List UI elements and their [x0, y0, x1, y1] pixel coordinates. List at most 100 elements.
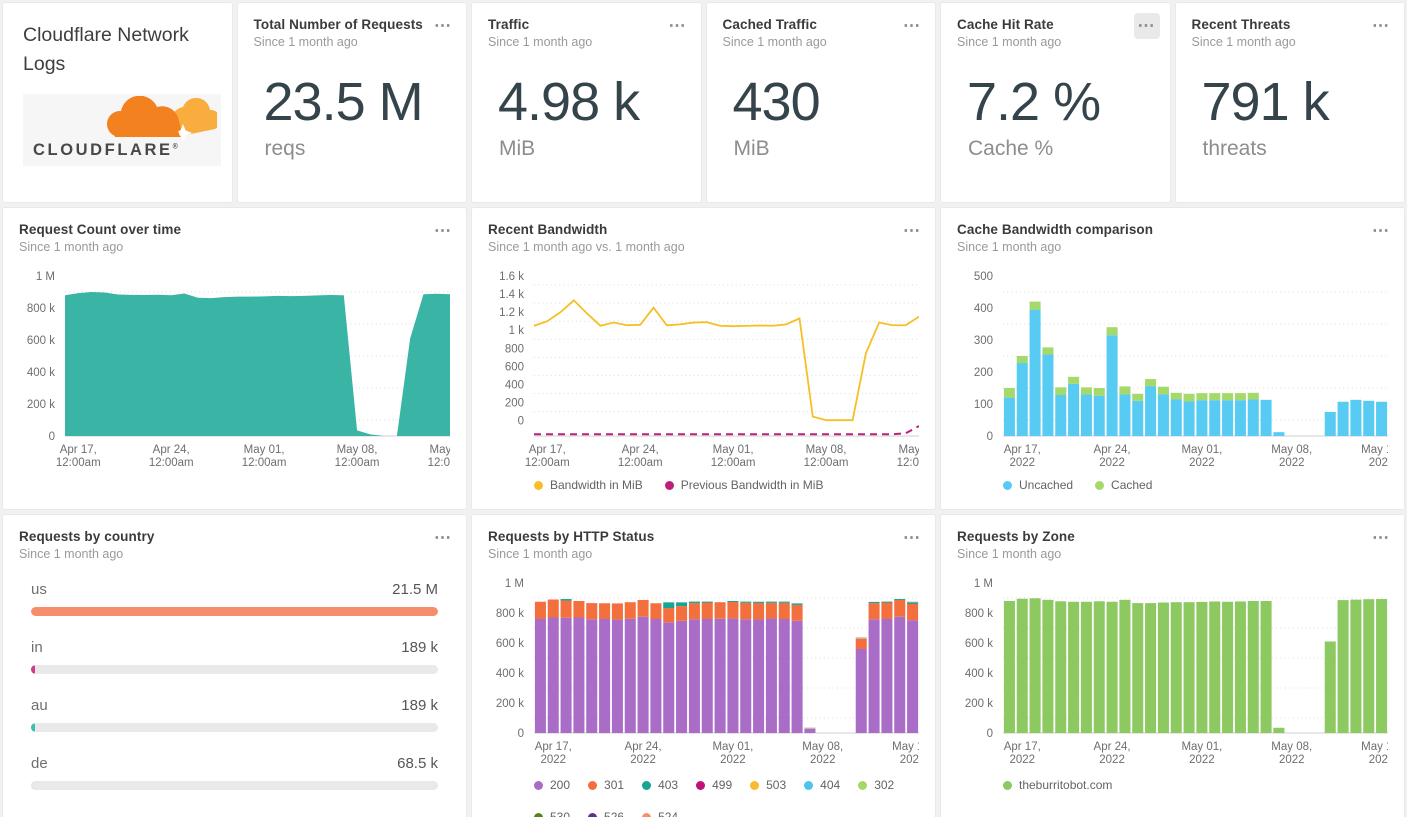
svg-text:2022: 2022 — [540, 754, 566, 766]
svg-text:Apr 24,: Apr 24, — [622, 444, 659, 456]
panel-menu-button[interactable]: ⋯ — [1368, 13, 1394, 39]
panel-menu-button[interactable]: ⋯ — [1368, 218, 1394, 244]
svg-text:800 k: 800 k — [496, 608, 524, 620]
svg-text:1.4 k: 1.4 k — [499, 289, 524, 301]
ellipsis-menu-icon: ⋯ — [434, 528, 452, 547]
svg-text:May 15,: May 15, — [892, 741, 919, 753]
svg-text:600 k: 600 k — [965, 638, 993, 650]
panel-subtitle: Since 1 month ago — [957, 35, 1062, 49]
svg-text:600 k: 600 k — [496, 638, 524, 650]
country-bar-track — [31, 665, 438, 674]
svg-text:2022: 2022 — [720, 754, 746, 766]
legend-color-dot — [1095, 480, 1105, 490]
panel-menu-button[interactable]: ⋯ — [665, 13, 691, 39]
request-count-area-chart: 0 200 k 400 k 600 k 800 k1 M Apr 17, 12:00am Ap… — [19, 264, 466, 476]
legend-label: 200 — [550, 778, 571, 792]
svg-text:May 01,: May 01, — [712, 741, 753, 753]
cloudflare-logo: CLOUDFLARE® — [23, 93, 221, 166]
svg-text:200: 200 — [974, 367, 993, 379]
stat-unit: MiB — [733, 137, 770, 160]
legend-color-dot — [750, 780, 760, 790]
panel-menu-button[interactable]: ⋯ — [430, 525, 456, 551]
chart-legend: theburritobot.com — [1003, 778, 1388, 792]
svg-text:2022: 2022 — [1189, 457, 1215, 469]
svg-text:1 M: 1 M — [505, 578, 524, 590]
country-value: 189 k — [401, 639, 438, 656]
stat-unit: MiB — [499, 137, 536, 160]
svg-text:0: 0 — [518, 728, 524, 740]
svg-text:0: 0 — [987, 728, 993, 740]
svg-text:1 M: 1 M — [974, 578, 993, 590]
panel-subtitle: Since 1 month ago — [19, 240, 124, 254]
svg-text:Apr 17,: Apr 17, — [1004, 444, 1041, 456]
svg-text:May 01,: May 01, — [1181, 741, 1222, 753]
legend-color-dot — [534, 480, 543, 490]
legend-item: Cached — [1095, 478, 1152, 492]
legend-label: Cached — [1111, 478, 1153, 492]
svg-text:600: 600 — [505, 361, 524, 373]
svg-text:2022: 2022 — [630, 754, 656, 766]
svg-text:1 M: 1 M — [36, 271, 55, 283]
legend-label: Previous Bandwidth in MiB — [680, 478, 824, 492]
country-bar-fill — [31, 607, 438, 616]
svg-text:Apr 17,: Apr 17, — [60, 444, 97, 456]
ellipsis-menu-icon: ⋯ — [434, 221, 452, 240]
legend-item: Previous Bandwidth in MiB — [664, 478, 824, 492]
recent-bandwidth-line-chart: 0 200 400 600 800 1 k 1.2 k 1.4 k 1.6 k Apr 17, 12… — [488, 264, 935, 476]
panel-requests-by-zone: Requests by Zone Since 1 month ago ⋯ 0 20… — [940, 514, 1405, 817]
panel-request-count: Request Count over time Since 1 month ag… — [2, 207, 467, 510]
legend-color-dot — [642, 812, 652, 817]
svg-text:May 08,: May 08, — [1271, 444, 1312, 456]
panel-title: Cache Bandwidth comparison — [957, 222, 1154, 237]
panel-title: Traffic — [488, 17, 530, 32]
panel-requests-by-country: Requests by country Since 1 month ago ⋯ … — [2, 514, 467, 817]
panel-menu-button[interactable]: ⋯ — [1368, 525, 1394, 551]
panel-subtitle: Since 1 month ago — [722, 35, 827, 49]
svg-text:May 08,: May 08, — [1271, 741, 1312, 753]
legend-item: 503 — [750, 778, 786, 792]
svg-text:12:00am: 12:00am — [525, 457, 570, 469]
legend-label: 530 — [550, 810, 571, 817]
svg-text:12:00am: 12:00am — [335, 457, 380, 469]
ellipsis-menu-icon: ⋯ — [903, 221, 921, 240]
legend-label: 499 — [712, 778, 733, 792]
panel-menu-button[interactable]: ⋯ — [1133, 13, 1160, 39]
panel-menu-button[interactable]: ⋯ — [899, 525, 925, 551]
svg-text:1 k: 1 k — [509, 325, 525, 337]
svg-text:400: 400 — [505, 379, 524, 391]
panel-title: Recent Bandwidth — [488, 222, 608, 237]
svg-text:12:00am: 12:00am — [711, 457, 756, 469]
country-value: 189 k — [401, 697, 438, 714]
country-label: au — [31, 697, 48, 714]
country-label: us — [31, 581, 47, 598]
ellipsis-menu-icon: ⋯ — [1137, 16, 1156, 35]
panel-subtitle: Since 1 month ago — [1191, 35, 1296, 49]
svg-text:400 k: 400 k — [496, 668, 524, 680]
panel-menu-button[interactable]: ⋯ — [430, 218, 456, 244]
legend-item: 530 — [534, 810, 570, 817]
legend-item: 499 — [696, 778, 732, 792]
svg-text:2022: 2022 — [1369, 457, 1388, 469]
legend-item: theburritobot.com — [1003, 778, 1112, 792]
svg-text:May 01,: May 01, — [713, 444, 754, 456]
legend-label: theburritobot.com — [1019, 778, 1113, 792]
ellipsis-menu-icon: ⋯ — [1372, 221, 1390, 240]
svg-text:Apr 24,: Apr 24, — [153, 444, 190, 456]
svg-text:800 k: 800 k — [965, 608, 993, 620]
legend-label: 403 — [658, 778, 679, 792]
legend-color-dot — [858, 780, 868, 790]
panel-menu-button[interactable]: ⋯ — [899, 218, 925, 244]
country-bar-track — [31, 607, 438, 616]
legend-label: Uncached — [1019, 478, 1074, 492]
svg-text:2022: 2022 — [1189, 754, 1215, 766]
stat-value: 430 — [732, 72, 821, 132]
country-bar-fill — [31, 723, 35, 732]
panel-menu-button[interactable]: ⋯ — [899, 13, 925, 39]
legend-color-dot — [1003, 480, 1012, 490]
svg-text:Apr 24,: Apr 24, — [625, 741, 662, 753]
panel-menu-button[interactable]: ⋯ — [430, 13, 456, 39]
svg-text:2022: 2022 — [810, 754, 836, 766]
country-row: de 68.5 k — [31, 755, 438, 790]
svg-text:2022: 2022 — [1009, 457, 1035, 469]
svg-text:12:00am: 12:00am — [242, 457, 287, 469]
